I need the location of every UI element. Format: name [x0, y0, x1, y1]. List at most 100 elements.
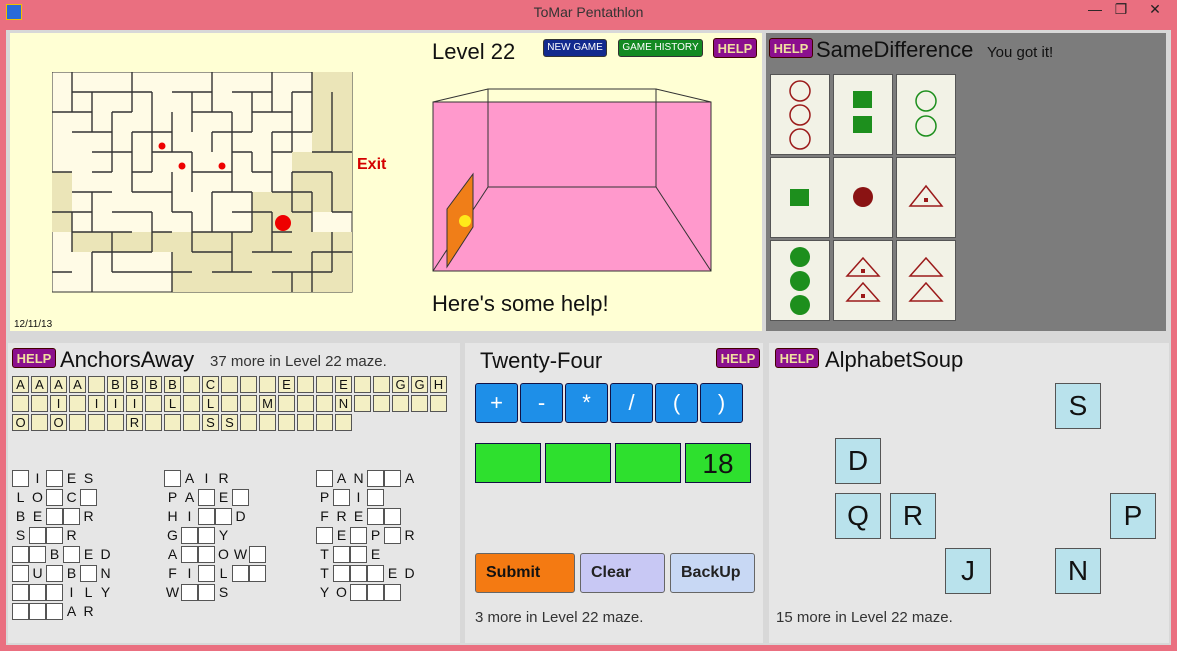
letter-bank-cell[interactable]: [88, 414, 105, 431]
op-multiply-button[interactable]: *: [565, 383, 608, 423]
maximize-button[interactable]: ❐: [1106, 0, 1136, 22]
word-blank[interactable]: [350, 565, 367, 582]
letter-bank-cell[interactable]: I: [88, 395, 105, 412]
card-1[interactable]: [770, 74, 830, 155]
submit-button[interactable]: Submit: [475, 553, 575, 593]
letter-bank-cell[interactable]: [373, 376, 390, 393]
letter-bank-cell[interactable]: [240, 395, 257, 412]
letter-bank-cell[interactable]: [335, 414, 352, 431]
letter-tile-r[interactable]: R: [890, 493, 936, 539]
word-blank[interactable]: [384, 470, 401, 487]
word-blank[interactable]: [316, 527, 333, 544]
close-button[interactable]: ✕: [1140, 0, 1170, 22]
word-blank[interactable]: [333, 546, 350, 563]
word-blank[interactable]: [384, 508, 401, 525]
help-button[interactable]: HELP: [713, 38, 757, 58]
word-blank[interactable]: [333, 565, 350, 582]
letter-bank-cell[interactable]: [259, 376, 276, 393]
letter-bank-cell[interactable]: O: [50, 414, 67, 431]
letter-bank-cell[interactable]: [278, 395, 295, 412]
number-slot-2[interactable]: [545, 443, 611, 483]
letter-tile-j[interactable]: J: [945, 548, 991, 594]
number-slot-1[interactable]: [475, 443, 541, 483]
letter-bank-cell[interactable]: A: [69, 376, 86, 393]
op-close-paren-button[interactable]: ): [700, 383, 743, 423]
maze-grid[interactable]: [52, 72, 354, 294]
letter-bank-cell[interactable]: [316, 376, 333, 393]
letter-bank-cell[interactable]: B: [164, 376, 181, 393]
letter-tile-n[interactable]: N: [1055, 548, 1101, 594]
letter-bank-cell[interactable]: A: [50, 376, 67, 393]
new-game-button[interactable]: NEW GAME: [543, 39, 607, 57]
letter-bank-cell[interactable]: [183, 414, 200, 431]
letter-bank-cell[interactable]: [373, 395, 390, 412]
word-blank[interactable]: [198, 489, 215, 506]
letter-bank-cell[interactable]: [145, 414, 162, 431]
word-blank[interactable]: [29, 603, 46, 620]
word-blank[interactable]: [198, 584, 215, 601]
word-blank[interactable]: [350, 584, 367, 601]
letter-bank-cell[interactable]: A: [12, 376, 29, 393]
word-blank[interactable]: [46, 489, 63, 506]
letter-bank-cell[interactable]: [240, 376, 257, 393]
card-7[interactable]: [770, 240, 830, 321]
letter-bank-cell[interactable]: [297, 414, 314, 431]
word-blank[interactable]: [215, 508, 232, 525]
anchors-help-button[interactable]: HELP: [12, 348, 56, 368]
letter-bank-cell[interactable]: [240, 414, 257, 431]
letter-bank-cell[interactable]: L: [202, 395, 219, 412]
card-3[interactable]: [896, 74, 956, 155]
word-blank[interactable]: [12, 584, 29, 601]
letter-bank-cell[interactable]: E: [335, 376, 352, 393]
letter-bank-cell[interactable]: [88, 376, 105, 393]
card-9[interactable]: [896, 240, 956, 321]
word-blank[interactable]: [12, 603, 29, 620]
word-blank[interactable]: [12, 470, 29, 487]
letter-bank-cell[interactable]: [164, 414, 181, 431]
word-blank[interactable]: [367, 470, 384, 487]
word-blank[interactable]: [46, 527, 63, 544]
word-blank[interactable]: [46, 508, 63, 525]
letter-bank-cell[interactable]: H: [430, 376, 447, 393]
letter-bank-cell[interactable]: C: [202, 376, 219, 393]
letter-bank-cell[interactable]: [278, 414, 295, 431]
word-blank[interactable]: [198, 565, 215, 582]
word-blank[interactable]: [46, 584, 63, 601]
letter-bank-cell[interactable]: A: [31, 376, 48, 393]
word-blank[interactable]: [316, 470, 333, 487]
letter-bank-cell[interactable]: [221, 395, 238, 412]
letter-bank-cell[interactable]: L: [164, 395, 181, 412]
letter-bank-cell[interactable]: [354, 376, 371, 393]
letter-bank-cell[interactable]: [183, 376, 200, 393]
letter-bank-cell[interactable]: [392, 395, 409, 412]
op-divide-button[interactable]: /: [610, 383, 653, 423]
word-blank[interactable]: [29, 527, 46, 544]
word-blank[interactable]: [198, 508, 215, 525]
word-blank[interactable]: [198, 527, 215, 544]
number-slot-4[interactable]: 18: [685, 443, 751, 483]
letter-bank-cell[interactable]: [145, 395, 162, 412]
backup-button[interactable]: BackUp: [670, 553, 755, 593]
letter-bank-cell[interactable]: [69, 414, 86, 431]
word-blank[interactable]: [164, 470, 181, 487]
letter-tile-q[interactable]: Q: [835, 493, 881, 539]
card-2[interactable]: [833, 74, 893, 155]
letter-bank-cell[interactable]: [259, 414, 276, 431]
letter-bank-cell[interactable]: R: [126, 414, 143, 431]
letter-bank-cell[interactable]: E: [278, 376, 295, 393]
word-blank[interactable]: [350, 527, 367, 544]
word-blank[interactable]: [12, 546, 29, 563]
letter-tile-d[interactable]: D: [835, 438, 881, 484]
letter-bank-cell[interactable]: S: [221, 414, 238, 431]
word-blank[interactable]: [232, 565, 249, 582]
tf-help-button[interactable]: HELP: [716, 348, 760, 368]
word-blank[interactable]: [46, 565, 63, 582]
word-blank[interactable]: [367, 508, 384, 525]
same-help-button[interactable]: HELP: [769, 38, 813, 58]
letter-bank-cell[interactable]: I: [107, 395, 124, 412]
word-blank[interactable]: [333, 489, 350, 506]
word-blank[interactable]: [46, 470, 63, 487]
word-blank[interactable]: [384, 527, 401, 544]
letter-bank-cell[interactable]: [411, 395, 428, 412]
word-blank[interactable]: [80, 489, 97, 506]
